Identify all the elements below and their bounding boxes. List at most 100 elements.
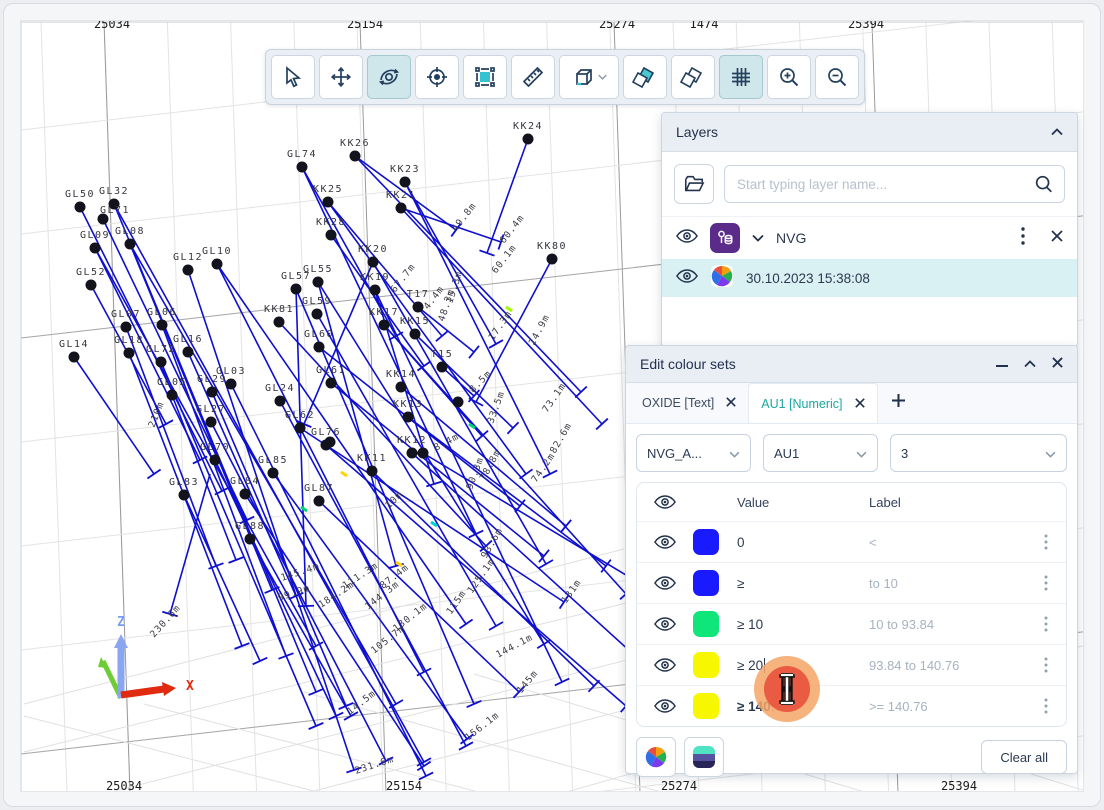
- svg-text:KK17: KK17: [369, 307, 399, 318]
- add-tab-button[interactable]: [878, 394, 919, 412]
- colour-row-2: ≥ 1010 to 93.84: [637, 603, 1066, 644]
- measure-tool-button[interactable]: [511, 55, 555, 99]
- view-cube-tool-button[interactable]: [559, 55, 619, 99]
- visibility-eye-icon[interactable]: [676, 228, 698, 249]
- palette-colours-button[interactable]: [636, 737, 676, 777]
- svg-text:KK80: KK80: [537, 241, 567, 252]
- row-value-input[interactable]: 0: [737, 535, 869, 550]
- row-label[interactable]: 93.84 to 140.76: [869, 658, 1026, 673]
- colour-swatch[interactable]: [693, 611, 737, 637]
- row-label[interactable]: to 10: [869, 576, 1026, 591]
- svg-text:GL52: GL52: [76, 267, 106, 278]
- gradient-colours-button[interactable]: [684, 737, 724, 777]
- svg-text:KK26: KK26: [340, 138, 370, 149]
- clip-planes-tool-button[interactable]: [623, 55, 667, 99]
- visibility-eye-icon[interactable]: [637, 657, 693, 673]
- svg-text:KK20: KK20: [358, 244, 388, 255]
- svg-text:KK15: KK15: [400, 316, 430, 327]
- collapse-chevron-icon[interactable]: [1024, 355, 1036, 373]
- value-column-header: Value: [737, 495, 869, 510]
- visibility-eye-icon[interactable]: [676, 268, 698, 289]
- layer-search-input[interactable]: [724, 165, 1065, 203]
- label-column-header: Label: [869, 495, 1026, 510]
- collapse-chevron-icon[interactable]: [1051, 123, 1063, 141]
- svg-text:KK11: KK11: [357, 453, 387, 464]
- svg-text:GL07: GL07: [111, 309, 141, 320]
- visibility-eye-icon[interactable]: [637, 616, 693, 632]
- open-layer-folder-button[interactable]: [674, 164, 714, 204]
- grid-tool-button[interactable]: [719, 55, 763, 99]
- colour-swatch[interactable]: [693, 570, 737, 596]
- visibility-eye-icon[interactable]: [637, 494, 693, 510]
- zoom-in-tool-button[interactable]: [767, 55, 811, 99]
- svg-text:KK12: KK12: [397, 435, 427, 446]
- kebab-menu-icon[interactable]: [1026, 534, 1066, 550]
- svg-text:230.6m: 230.6m: [148, 603, 183, 640]
- close-tab-icon[interactable]: [726, 396, 736, 410]
- svg-text:GL59: GL59: [302, 296, 332, 307]
- pan-tool-button[interactable]: [319, 55, 363, 99]
- svg-text:GL05: GL05: [157, 377, 187, 388]
- svg-text:GL10: GL10: [202, 246, 232, 257]
- svg-text:145m: 145m: [515, 668, 541, 696]
- layer-group-row-nvg[interactable]: NVG: [662, 216, 1077, 259]
- expand-chevron-icon[interactable]: [752, 229, 764, 247]
- colour-swatch[interactable]: [693, 693, 737, 719]
- colour-rows-table: Value Label 0<≥to 10≥ 1010 to 93.84≥ 209…: [636, 482, 1067, 727]
- colour-row-0: 0<: [637, 521, 1066, 562]
- clear-all-button[interactable]: Clear all: [981, 740, 1067, 774]
- box-zoom-tool-button[interactable]: [463, 55, 507, 99]
- kebab-menu-icon[interactable]: [1026, 575, 1066, 591]
- row-label[interactable]: <: [869, 535, 1026, 550]
- kebab-menu-icon[interactable]: [1007, 227, 1039, 250]
- svg-text:GL74: GL74: [287, 149, 317, 160]
- remove-layer-icon[interactable]: [1051, 229, 1063, 247]
- tab-oxide-text[interactable]: OXIDE [Text]: [630, 383, 748, 423]
- interval-count-dropdown[interactable]: 3: [890, 434, 1067, 472]
- kebab-menu-icon[interactable]: [1026, 698, 1066, 714]
- colour-row-1: ≥to 10: [637, 562, 1066, 603]
- layer-item-row-selected[interactable]: 30.10.2023 15:38:08: [662, 259, 1077, 297]
- attribute-dropdown[interactable]: AU1: [763, 434, 878, 472]
- visibility-eye-icon[interactable]: [637, 575, 693, 591]
- search-icon[interactable]: [1033, 173, 1055, 200]
- svg-text:GL61: GL61: [316, 365, 346, 376]
- layers-panel-header: Layers: [662, 113, 1077, 152]
- select-tool-button[interactable]: [271, 55, 315, 99]
- svg-text:GL87: GL87: [304, 483, 334, 494]
- planes-tool-button[interactable]: [671, 55, 715, 99]
- tab-au1-numeric[interactable]: AU1 [Numeric]: [748, 383, 877, 423]
- row-value-input[interactable]: ≥ 20: [737, 658, 869, 673]
- svg-text:GL70: GL70: [200, 442, 230, 453]
- row-value-input[interactable]: ≥ 140.76: [737, 699, 869, 714]
- kebab-menu-icon[interactable]: [1026, 657, 1066, 673]
- svg-text:25154: 25154: [347, 20, 383, 31]
- colour-set-name-dropdown[interactable]: NVG_A...: [636, 434, 751, 472]
- close-icon[interactable]: [1052, 355, 1063, 373]
- colour-swatch[interactable]: [693, 652, 737, 678]
- svg-text:25154: 25154: [386, 779, 422, 792]
- orbit-tool-button[interactable]: [367, 55, 411, 99]
- visibility-eye-icon[interactable]: [637, 698, 693, 714]
- svg-text:231.6m: 231.6m: [354, 754, 396, 777]
- svg-text:GL16: GL16: [173, 334, 203, 345]
- row-label[interactable]: 10 to 93.84: [869, 617, 1026, 632]
- row-value-input[interactable]: ≥ 10: [737, 617, 869, 632]
- svg-text:GL55: GL55: [303, 264, 333, 275]
- svg-text:T15: T15: [431, 349, 454, 360]
- colour-swatch[interactable]: [693, 529, 737, 555]
- close-tab-icon[interactable]: [855, 397, 865, 411]
- svg-text:KK19: KK19: [360, 272, 390, 283]
- focus-tool-button[interactable]: [415, 55, 459, 99]
- minimize-icon[interactable]: [996, 355, 1008, 373]
- row-label[interactable]: >= 140.76: [869, 699, 1026, 714]
- colour-set-tabs: OXIDE [Text] AU1 [Numeric]: [626, 383, 1077, 424]
- row-value-input[interactable]: ≥: [737, 576, 869, 591]
- svg-text:131m: 131m: [559, 577, 583, 605]
- colour-sets-title: Edit colour sets: [640, 356, 736, 372]
- kebab-menu-icon[interactable]: [1026, 616, 1066, 632]
- visibility-eye-icon[interactable]: [637, 534, 693, 550]
- layers-panel: Layers NVG: [661, 112, 1078, 347]
- svg-text:144.1m: 144.1m: [494, 632, 535, 661]
- zoom-out-tool-button[interactable]: [815, 55, 859, 99]
